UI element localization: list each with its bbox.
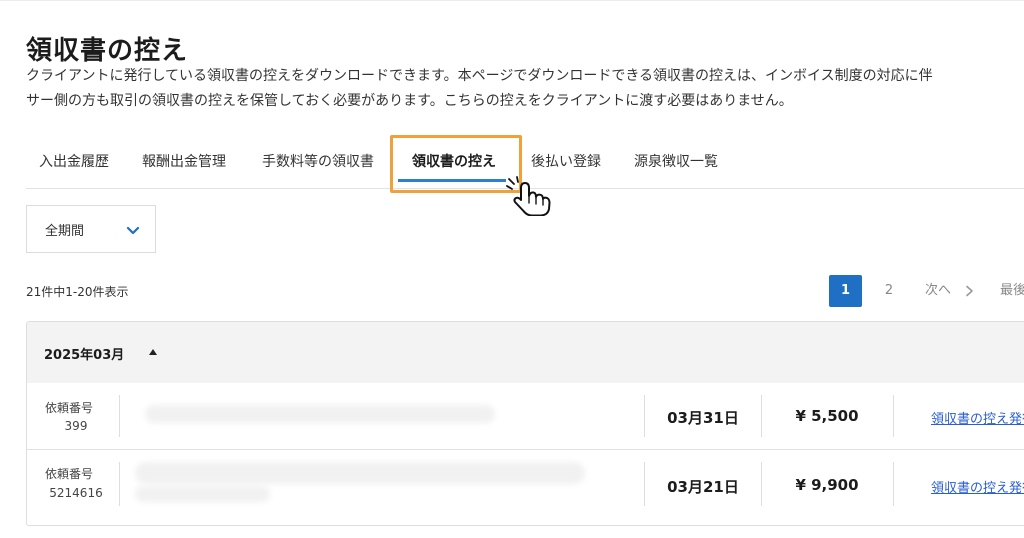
request-number: 399: [64, 419, 88, 433]
tab-withholding-tax-list[interactable]: 源泉徴収一覧: [634, 140, 718, 186]
request-number-label: 依頼番号: [45, 467, 94, 481]
last-page-link[interactable]: 最後: [1000, 275, 1024, 307]
month-group-header[interactable]: 2025年03月: [27, 322, 1024, 384]
request-number-label: 依頼番号: [45, 401, 94, 415]
redacted-text: [135, 486, 270, 502]
issue-date: 03月21日: [667, 478, 739, 496]
table-row: 依頼番号 5214616 03月21日 ¥ 9,900 領収書の控え発行: [27, 449, 1024, 516]
request-number: 5214616: [49, 486, 103, 500]
issue-date: 03月31日: [667, 409, 739, 427]
description-line-2: サー側の方も取引の領収書の控えを保管しておく必要があります。こちらの控えをクライ…: [26, 93, 793, 109]
cell-divider: [893, 395, 894, 437]
issue-receipt-copy-link[interactable]: 領収書の控え発行: [931, 477, 1024, 496]
period-select[interactable]: 全期間: [26, 205, 156, 253]
table-row: 依頼番号 399 03月31日 ¥ 5,500 領収書の控え発行: [27, 383, 1024, 449]
redacted-text: [135, 462, 585, 484]
page-1-button[interactable]: 1: [829, 275, 862, 307]
caret-up-icon[interactable]: [145, 344, 161, 360]
page-description: クライアントに発行している領収書の控えをダウンロードできます。本ページでダウンロ…: [26, 64, 1024, 114]
redacted-text: [145, 405, 495, 423]
chevron-right-icon[interactable]: [963, 285, 975, 297]
period-select-value: 全期間: [45, 224, 85, 239]
description-line-1: クライアントに発行している領収書の控えをダウンロードできます。本ページでダウンロ…: [26, 68, 933, 84]
chevron-down-icon: [126, 226, 140, 235]
result-count: 21件中1-20件表示: [26, 285, 129, 299]
top-divider: [0, 0, 1024, 1]
amount: ¥ 9,900: [795, 476, 859, 494]
month-group-label: 2025年03月: [44, 348, 125, 363]
tab-fee-receipts[interactable]: 手数料等の領収書: [262, 140, 374, 186]
cell-divider: [119, 395, 120, 437]
tab-reward-withdrawal-management[interactable]: 報酬出金管理: [142, 140, 226, 186]
receipts-table: 2025年03月 依頼番号 399 03月31日 ¥ 5,500 領収書の控え発…: [26, 321, 1024, 526]
cell-divider: [119, 462, 120, 506]
next-page-link[interactable]: 次へ: [925, 275, 951, 307]
issue-receipt-copy-link[interactable]: 領収書の控え発行: [931, 408, 1024, 427]
tab-deposit-withdrawal-history[interactable]: 入出金履歴: [39, 140, 109, 186]
page-title: 領収書の控え: [26, 36, 189, 66]
pointer-hand-icon: [506, 176, 551, 216]
cell-divider: [893, 462, 894, 506]
amount: ¥ 5,500: [795, 407, 859, 425]
page-2-button[interactable]: 2: [878, 275, 900, 307]
